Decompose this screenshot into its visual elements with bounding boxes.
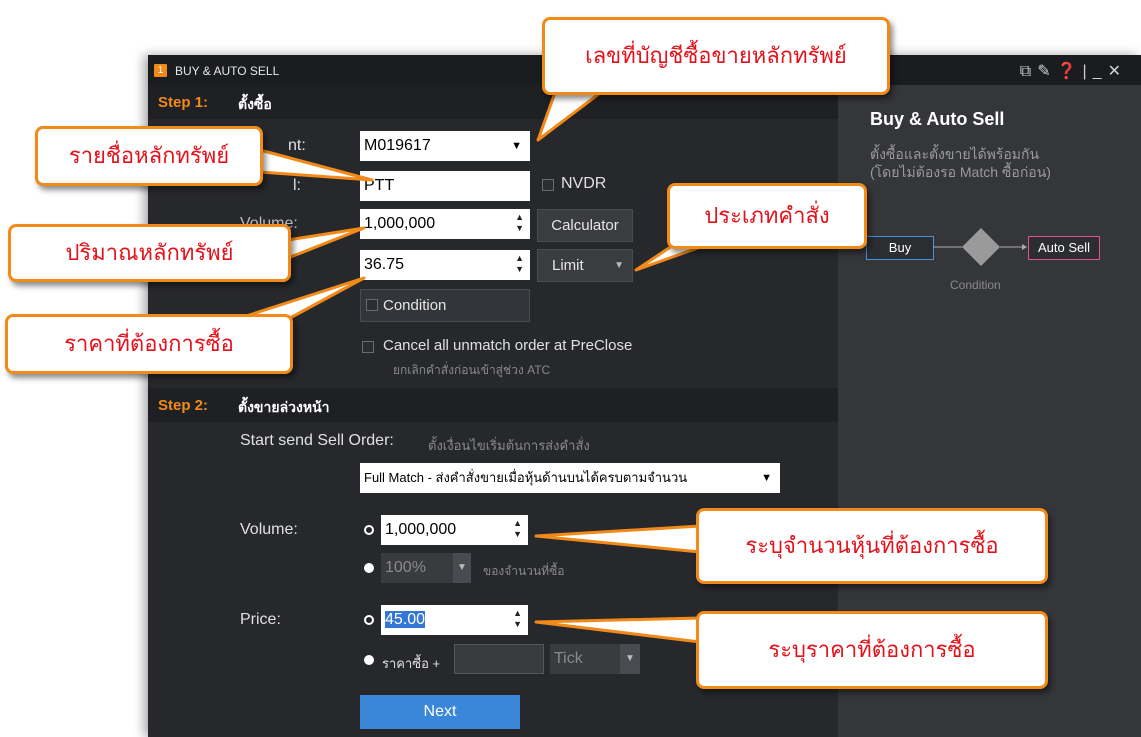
price-callout-tail (238, 276, 366, 320)
sell-price-callout: ระบุราคาที่ต้องการซื้อ (696, 611, 1048, 689)
sell-price-callout-tail (534, 616, 702, 644)
price-callout: ราคาที่ต้องการซื้อ (5, 314, 293, 374)
symbol-callout-tail (258, 148, 374, 182)
sell-volume-callout: ระบุจำนวนหุ้นที่ต้องการซื้อ (696, 508, 1048, 584)
account-callout: เลขที่บัญชีซื้อขายหลักทรัพย์ (542, 17, 890, 95)
order-type-callout: ประเภทคำสั่ง (667, 183, 867, 249)
sell-volume-callout-tail (534, 524, 702, 554)
symbol-callout: รายชื่อหลักทรัพย์ (35, 126, 263, 186)
account-callout-tail (536, 88, 606, 142)
volume-callout: ปริมาณหลักทรัพย์ (8, 224, 291, 282)
volume-callout-tail (286, 226, 366, 260)
